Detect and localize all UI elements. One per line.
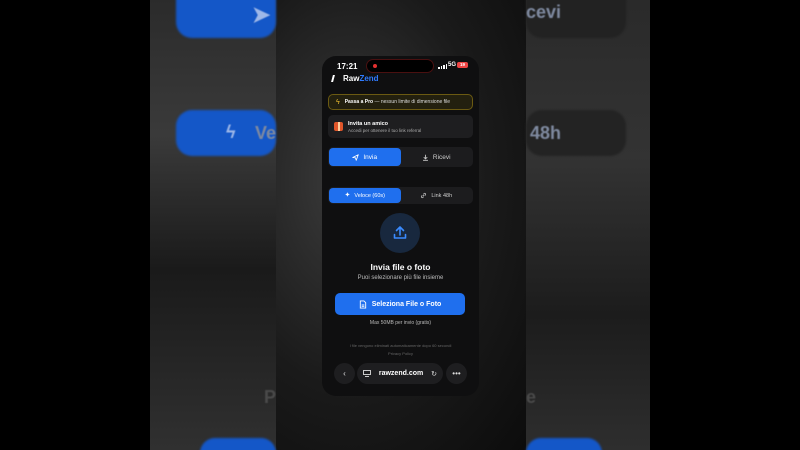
file-icon — [359, 299, 366, 309]
bg-text-left: Ve — [255, 123, 277, 143]
bg-text-bottom-left: P — [264, 387, 277, 407]
tab-send-label: Invia — [363, 153, 378, 161]
bg-text-top-right: cevi — [526, 2, 562, 22]
bg-left-edge — [0, 0, 150, 450]
bg-text-bottom-right: e — [526, 387, 537, 407]
pro-upgrade-banner[interactable]: ϟ Passa a Pro — nessun limite di dimensi… — [328, 94, 473, 110]
network-type: 5G — [448, 62, 457, 68]
pro-banner-desc: — nessun limite di dimensione file — [373, 99, 451, 105]
upload-title: Invia file o foto — [370, 262, 431, 272]
dynamic-island — [366, 59, 434, 73]
address-bar[interactable]: rawzend.com ↻ — [357, 363, 443, 384]
status-time: 17:21 — [337, 62, 358, 71]
pro-banner-title: Passa a Pro — [344, 99, 374, 105]
bg-blob-button-right — [526, 438, 602, 450]
tab-receive-label: Ricevi — [432, 153, 451, 161]
tab-link-label: Link 48h — [431, 192, 453, 199]
tab-send[interactable]: Invia — [329, 148, 401, 166]
auto-delete-note: I file vengono eliminati automaticamente… — [349, 343, 452, 348]
link-icon — [421, 192, 427, 199]
select-files-label: Seleziona File o Foto — [371, 300, 442, 308]
invite-friend-card[interactable]: Invita un amico Accedi per ottenere il t… — [328, 115, 473, 138]
bg-left-panel — [150, 0, 276, 450]
tab-fast-label: Veloce (60s) — [354, 192, 385, 199]
reload-icon[interactable]: ↻ — [431, 370, 437, 378]
chevron-left-icon: ‹ — [343, 369, 346, 378]
brand-logo[interactable]: RawZend — [331, 73, 379, 83]
phone-screen: 17:21 5G 19 RawZend ϟ Passa a Pro — ness… — [322, 56, 479, 396]
bg-right-edge — [650, 0, 800, 450]
bolt-icon: ϟ — [336, 98, 340, 106]
upload-icon — [393, 226, 407, 239]
invite-title: Invita un amico — [348, 120, 389, 127]
logo-mark-icon — [331, 74, 338, 82]
privacy-policy-link[interactable]: Privacy Policy — [322, 351, 479, 356]
upload-limit-text: Max 50MB per invio (gratis) — [369, 320, 432, 326]
send-icon — [352, 153, 360, 161]
gift-icon — [334, 122, 343, 131]
battery-icon: 19 — [457, 62, 468, 68]
signal-icon — [438, 64, 447, 69]
page-settings-icon[interactable] — [363, 370, 371, 377]
send-receive-tabs: Invia Ricevi — [328, 147, 473, 167]
more-button[interactable]: ••• — [446, 363, 467, 384]
select-files-button[interactable]: Seleziona File o Foto — [335, 293, 465, 315]
invite-subtitle: Accedi per ottenere il tuo link referral — [348, 127, 422, 133]
upload-subtitle: Puoi selezionare più file insieme — [357, 275, 444, 281]
more-dots-icon: ••• — [452, 369, 461, 378]
tab-fast[interactable]: ✦ Veloce (60s) — [329, 188, 401, 203]
mode-tabs: ✦ Veloce (60s) Link 48h — [328, 187, 473, 204]
bg-text-mid-right: 48h — [530, 123, 562, 143]
tab-receive[interactable]: Ricevi — [401, 148, 473, 166]
bg-bolt-icon: ϟ — [226, 122, 236, 142]
url-text: rawzend.com — [378, 370, 424, 377]
brand-name-part-a: Raw — [343, 73, 360, 83]
sparkle-icon: ✦ — [344, 192, 351, 199]
upload-dropzone[interactable] — [380, 213, 420, 253]
bg-right-panel — [526, 0, 650, 450]
brand-name-part-b: Zend — [359, 73, 379, 83]
back-button[interactable]: ‹ — [334, 363, 355, 384]
tab-link-48h[interactable]: Link 48h — [401, 188, 473, 203]
recording-indicator-icon — [373, 64, 377, 68]
download-icon — [422, 154, 428, 161]
pro-banner-text: Passa a Pro — nessun limite di dimension… — [345, 99, 450, 105]
bg-send-icon: ➤ — [252, 2, 271, 27]
bg-blob-button-left — [200, 438, 276, 450]
browser-toolbar: ‹ rawzend.com ↻ ••• — [322, 360, 479, 396]
